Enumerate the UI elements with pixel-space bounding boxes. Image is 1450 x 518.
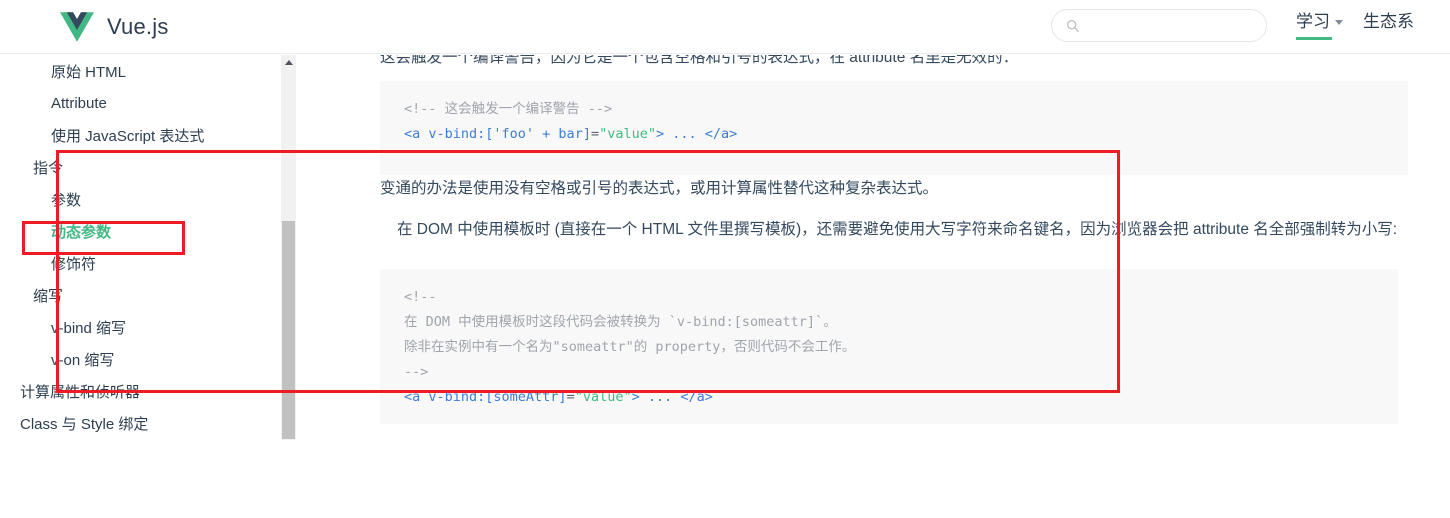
sidebar-item-9[interactable]: v-on 缩写 bbox=[0, 343, 295, 375]
code-line: <a v-bind:['foo' + bar]="value"> ... </a… bbox=[404, 122, 1384, 147]
sidebar-item-2[interactable]: 使用 JavaScript 表达式 bbox=[0, 119, 295, 151]
chevron-down-icon bbox=[1335, 19, 1343, 25]
sidebar-scrollbar-thumb[interactable] bbox=[282, 221, 295, 439]
code-token: = bbox=[566, 389, 575, 405]
code-token: --> bbox=[404, 364, 429, 380]
sidebar-scrollbar[interactable] bbox=[281, 55, 296, 440]
code-token: > ... </a> bbox=[656, 126, 738, 142]
code-line: <!-- bbox=[404, 285, 1374, 310]
code-token: = bbox=[590, 126, 600, 142]
code-token: <a bbox=[404, 389, 429, 405]
code-line: <a v-bind:[someAttr]="value"> ... </a> bbox=[404, 385, 1374, 410]
scroll-up-arrow-icon[interactable] bbox=[281, 55, 296, 70]
sidebar-item-label: v-on 缩写 bbox=[51, 351, 115, 369]
main-content: 这会触发一个编译警告，因为它是一个包含空格和引号的表达式，在 attribute… bbox=[297, 55, 1450, 518]
site-header: Vue.js 学习 生态系 bbox=[0, 0, 1450, 54]
nav-item-learn-label: 学习 bbox=[1296, 12, 1330, 31]
code-token: 除非在实例中有一个名为"someattr"的 property，否则代码不会工作… bbox=[404, 339, 856, 355]
search-icon bbox=[1066, 19, 1080, 33]
sidebar-item-11[interactable]: Class 与 Style 绑定 bbox=[0, 407, 295, 439]
brand-home-link[interactable]: Vue.js bbox=[60, 4, 169, 50]
code-token: <!-- bbox=[404, 289, 437, 305]
sidebar-item-4[interactable]: 参数 bbox=[0, 183, 295, 215]
sidebar-item-label: 参数 bbox=[51, 191, 82, 209]
code-token: v-bind:['foo' + bar] bbox=[428, 126, 591, 142]
sidebar-item-1[interactable]: Attribute bbox=[0, 87, 295, 119]
nav-item-learn[interactable]: 学习 bbox=[1296, 12, 1343, 40]
code-block-dom-template: <!-- 在 DOM 中使用模板时这段代码会被转换为 `v-bind:[somea… bbox=[380, 269, 1398, 424]
nav-item-ecosystem-label: 生态系 bbox=[1363, 12, 1414, 31]
code-token: "value" bbox=[574, 389, 632, 405]
nav-item-ecosystem[interactable]: 生态系 bbox=[1363, 12, 1414, 32]
sidebar-item-6[interactable]: 修饰符 bbox=[0, 247, 295, 279]
code-token: "value" bbox=[599, 126, 656, 142]
code-token: <!-- 这会触发一个编译警告 --> bbox=[404, 101, 613, 117]
sidebar-item-label: 计算属性和侦听器 bbox=[20, 383, 141, 401]
code-block-compile-warning: <!-- 这会触发一个编译警告 --> <a v-bind:['foo' + ba… bbox=[380, 81, 1408, 175]
nav-active-underline bbox=[1296, 37, 1332, 40]
code-line: <!-- 这会触发一个编译警告 --> bbox=[404, 97, 1384, 122]
brand-title: Vue.js bbox=[107, 14, 169, 39]
code-line: 在 DOM 中使用模板时这段代码会被转换为 `v-bind:[someattr]… bbox=[404, 310, 1374, 335]
sidebar-item-label: v-bind 缩写 bbox=[51, 319, 127, 337]
sidebar-item-label: Class 与 Style 绑定 bbox=[20, 415, 149, 433]
sidebar-nav: 原始 HTML Attribute 使用 JavaScript 表达式指令参数动态参… bbox=[0, 55, 295, 518]
search-box[interactable] bbox=[1051, 9, 1274, 42]
sidebar-item-label: 动态参数 bbox=[51, 223, 112, 241]
paragraph-workaround: 变通的办法是使用没有空格或引号的表达式，或用计算属性替代这种复杂表达式。 bbox=[380, 180, 939, 197]
cut-off-paragraph: 这会触发一个编译警告，因为它是一个包含空格和引号的表达式，在 attribute… bbox=[380, 55, 1019, 66]
sidebar-item-label: 修饰符 bbox=[51, 255, 97, 273]
sidebar-item-0[interactable]: 原始 HTML bbox=[0, 55, 295, 87]
sidebar-item-label: 缩写 bbox=[33, 287, 64, 305]
code-token: <a bbox=[404, 126, 429, 142]
sidebar-item-8[interactable]: v-bind 缩写 bbox=[0, 311, 295, 343]
paragraph-dom-template-note: 在 DOM 中使用模板时 (直接在一个 HTML 文件里撰写模板)，还需要避免使… bbox=[397, 221, 1398, 238]
sidebar-item-5[interactable]: 动态参数 bbox=[0, 215, 295, 247]
sidebar-item-3[interactable]: 指令 bbox=[0, 151, 295, 183]
sidebar-item-7[interactable]: 缩写 bbox=[0, 279, 295, 311]
code-line: --> bbox=[404, 360, 1374, 385]
sidebar-item-label: Attribute bbox=[51, 94, 107, 112]
search-input[interactable] bbox=[1080, 10, 1274, 41]
sidebar-item-10[interactable]: 计算属性和侦听器 bbox=[0, 375, 295, 407]
code-token: 在 DOM 中使用模板时这段代码会被转换为 `v-bind:[someattr]… bbox=[404, 314, 837, 330]
vue-logo-icon bbox=[60, 12, 94, 42]
code-token: > ... </a> bbox=[631, 389, 713, 405]
sidebar-item-label: 原始 HTML bbox=[51, 63, 127, 81]
sidebar-item-label: 指令 bbox=[33, 159, 64, 177]
sidebar-item-label: 使用 JavaScript 表达式 bbox=[51, 127, 205, 145]
code-token: v-bind:[someAttr] bbox=[428, 389, 567, 405]
code-line: 除非在实例中有一个名为"someattr"的 property，否则代码不会工作… bbox=[404, 335, 1374, 360]
